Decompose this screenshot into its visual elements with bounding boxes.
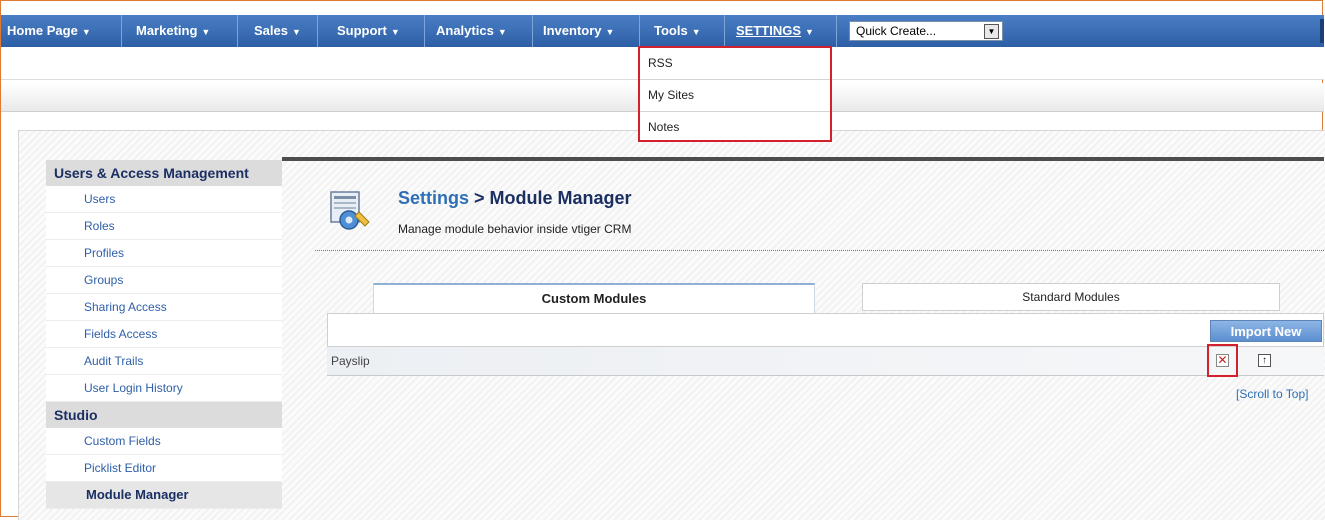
- sidebar-item-users[interactable]: Users: [46, 186, 282, 213]
- nav-support[interactable]: Support ▼: [318, 15, 425, 47]
- modules-panel-header: [327, 313, 1324, 347]
- import-new-button[interactable]: Import New: [1210, 320, 1322, 342]
- sidebar-item-user-login-history[interactable]: User Login History: [46, 375, 282, 402]
- nav-label: Home Page: [7, 23, 78, 38]
- sidebar-item-module-manager[interactable]: Module Manager: [46, 482, 282, 509]
- top-navigation-bar: Home Page ▼ Marketing ▼ Sales ▼ Support ▼ An…: [1, 15, 1324, 48]
- menu-item-notes[interactable]: Notes: [640, 112, 830, 143]
- dropdown-arrow-icon[interactable]: ▼: [984, 24, 999, 39]
- nav-settings[interactable]: SETTINGS ▼: [725, 15, 837, 47]
- sidebar-heading-studio: Studio: [46, 402, 282, 428]
- caret-down-icon: ▼: [805, 27, 814, 37]
- menu-item-rss[interactable]: RSS: [640, 48, 830, 80]
- caret-down-icon: ▼: [291, 27, 301, 37]
- caret-down-icon: ▼: [201, 27, 211, 37]
- nav-label: Tools: [654, 23, 688, 38]
- sidebar-item-fields-access[interactable]: Fields Access: [46, 321, 282, 348]
- quick-create-select[interactable]: Quick Create... ▼: [849, 21, 1003, 41]
- dotted-divider: [315, 250, 1324, 251]
- export-module-icon[interactable]: ↑: [1258, 354, 1271, 367]
- nav-home-page[interactable]: Home Page ▼: [1, 15, 122, 47]
- breadcrumb-settings[interactable]: Settings: [398, 188, 469, 208]
- caret-down-icon: ▼: [390, 27, 400, 37]
- sidebar-item-roles[interactable]: Roles: [46, 213, 282, 240]
- sidebar-item-groups[interactable]: Groups: [46, 267, 282, 294]
- menu-item-my-sites[interactable]: My Sites: [640, 80, 830, 112]
- nav-tools[interactable]: Tools ▼: [640, 15, 725, 47]
- nav-inventory[interactable]: Inventory ▼: [533, 15, 640, 47]
- nav-analytics[interactable]: Analytics ▼: [425, 15, 533, 47]
- delete-module-icon[interactable]: ✕: [1216, 354, 1229, 367]
- nav-end-cap: [1320, 19, 1324, 43]
- quick-create-value: Quick Create...: [856, 24, 937, 38]
- breadcrumb-separator: >: [469, 188, 490, 208]
- nav-label: Inventory: [543, 23, 602, 38]
- tab-custom-modules[interactable]: Custom Modules: [373, 283, 815, 313]
- settings-dropdown-menu: RSS My Sites Notes: [638, 46, 832, 142]
- caret-down-icon: ▼: [691, 27, 701, 37]
- nav-label: SETTINGS: [736, 23, 802, 38]
- nav-sales[interactable]: Sales ▼: [238, 15, 318, 47]
- nav-label: Support: [337, 23, 387, 38]
- caret-down-icon: ▼: [497, 27, 507, 37]
- scroll-to-top-link[interactable]: [Scroll to Top]: [1236, 387, 1308, 401]
- page-title-text: Module Manager: [489, 188, 632, 208]
- sidebar-item-picklist-editor[interactable]: Picklist Editor: [46, 455, 282, 482]
- caret-down-icon: ▼: [605, 27, 615, 37]
- sidebar-item-sharing-access[interactable]: Sharing Access: [46, 294, 282, 321]
- table-row: [327, 347, 1324, 376]
- sidebar-item-audit-trails[interactable]: Audit Trails: [46, 348, 282, 375]
- nav-marketing[interactable]: Marketing ▼: [122, 15, 238, 47]
- module-name-payslip: Payslip: [331, 354, 370, 368]
- nav-label: Marketing: [136, 23, 198, 38]
- sidebar-item-custom-fields[interactable]: Custom Fields: [46, 428, 282, 455]
- sidebar-heading-users-access: Users & Access Management: [46, 160, 282, 186]
- settings-sidebar: Users & Access Management Users Roles Pr…: [46, 160, 282, 509]
- caret-down-icon: ▼: [81, 27, 91, 37]
- content-top-divider: [282, 157, 1324, 161]
- page-subtitle: Manage module behavior inside vtiger CRM: [398, 222, 632, 236]
- sidebar-item-profiles[interactable]: Profiles: [46, 240, 282, 267]
- module-manager-icon: [329, 190, 373, 234]
- tab-standard-modules[interactable]: Standard Modules: [862, 283, 1280, 311]
- nav-label: Sales: [254, 23, 288, 38]
- nav-label: Analytics: [436, 23, 494, 38]
- page-title: Settings > Module Manager: [398, 188, 632, 209]
